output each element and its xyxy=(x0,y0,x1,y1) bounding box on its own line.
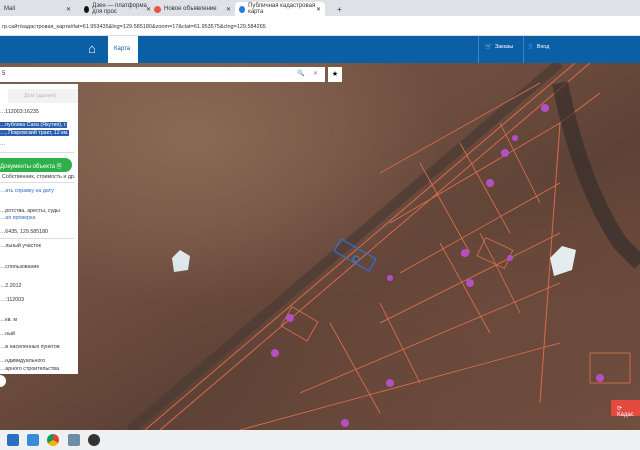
site-header: ⌂ 🛒 Заказы 👤 Вход xyxy=(0,36,640,63)
info-row: …:112003 xyxy=(0,297,25,303)
tab-building[interactable]: Дом (здание) xyxy=(8,89,78,103)
check-text: …ротства, аресты, суды xyxy=(0,208,60,214)
store-icon[interactable] xyxy=(7,434,19,446)
check-link[interactable]: …ая проверка xyxy=(0,215,35,221)
mail-icon[interactable] xyxy=(27,434,39,446)
divider xyxy=(478,36,479,63)
taskbar xyxy=(0,430,640,450)
orders-button[interactable]: 🛒 Заказы xyxy=(485,44,513,50)
user-icon: 👤 xyxy=(527,44,534,50)
info-row: …льный участок xyxy=(0,243,41,249)
tab-ad[interactable]: Новое объявление ✕ xyxy=(150,2,235,16)
documents-button[interactable]: Документы объекта 🗎 xyxy=(0,158,72,172)
site-icon xyxy=(239,5,246,13)
tab-mail[interactable]: Mail ✕ xyxy=(0,2,75,16)
object-info-panel: Дом (здание) …112003:16235 …публика Саха… xyxy=(0,84,78,374)
info-row: …арного строительства xyxy=(0,366,59,372)
docs-subtitle: Собственник, стоимость и др. xyxy=(2,174,76,180)
tab-dzen[interactable]: Дзен — платформа для прос ✕ xyxy=(80,2,155,16)
divider xyxy=(0,152,74,153)
info-row: …ндивидуального xyxy=(0,358,46,364)
document-icon: 🗎 xyxy=(56,164,62,170)
info-row: …спользование xyxy=(0,264,40,270)
favorites-button[interactable]: ★ xyxy=(328,67,342,82)
close-icon[interactable]: ✕ xyxy=(66,6,71,13)
info-text: … xyxy=(0,141,6,147)
address-line: …, Покровский тракт, 12 км. xyxy=(0,130,69,136)
clear-icon[interactable]: ✕ xyxy=(313,70,318,77)
login-button[interactable]: 👤 Вход xyxy=(527,44,549,50)
address-line: …публика Саха (Якутия), г. xyxy=(0,122,67,128)
browser-tabbar: Mail ✕ Дзен — платформа для прос ✕ Новое о… xyxy=(0,0,640,16)
address-bar[interactable]: rp.сайт/кадастровая_карта#lat=61.953435&… xyxy=(0,16,640,36)
app-icon[interactable] xyxy=(88,434,100,446)
tab-cadastral-map[interactable]: Публичная кадастровая карта ✕ xyxy=(235,2,325,16)
dzen-icon xyxy=(84,5,90,13)
new-tab-button[interactable]: + xyxy=(333,2,346,16)
info-row: …кв. м xyxy=(0,317,18,323)
info-row: …ный xyxy=(0,331,15,337)
info-row: …2.2012 xyxy=(0,283,22,289)
divider xyxy=(523,36,524,63)
chrome-icon[interactable] xyxy=(47,434,59,446)
divider xyxy=(0,238,74,239)
satellite-map[interactable] xyxy=(0,63,640,430)
search-input[interactable]: 5 🔍 ✕ xyxy=(0,67,325,82)
calculator-icon[interactable] xyxy=(68,434,80,446)
coordinates: …6435, 129.585180 xyxy=(0,229,49,235)
search-icon[interactable]: 🔍 xyxy=(297,70,304,77)
report-link[interactable]: …ать справку на дату xyxy=(0,188,54,194)
avito-icon xyxy=(154,5,161,13)
info-row: …в населенных пунктов xyxy=(0,344,60,350)
cadastral-number: …112003:16235 xyxy=(0,109,39,115)
close-icon[interactable]: ✕ xyxy=(226,6,231,13)
close-icon[interactable]: ✕ xyxy=(316,6,321,13)
tab-map[interactable]: Карта xyxy=(108,36,138,63)
divider xyxy=(0,182,74,183)
home-icon[interactable]: ⌂ xyxy=(88,42,102,56)
cart-icon: 🛒 xyxy=(485,44,492,50)
cadastral-button[interactable]: ⟳ Кадас xyxy=(611,400,640,418)
